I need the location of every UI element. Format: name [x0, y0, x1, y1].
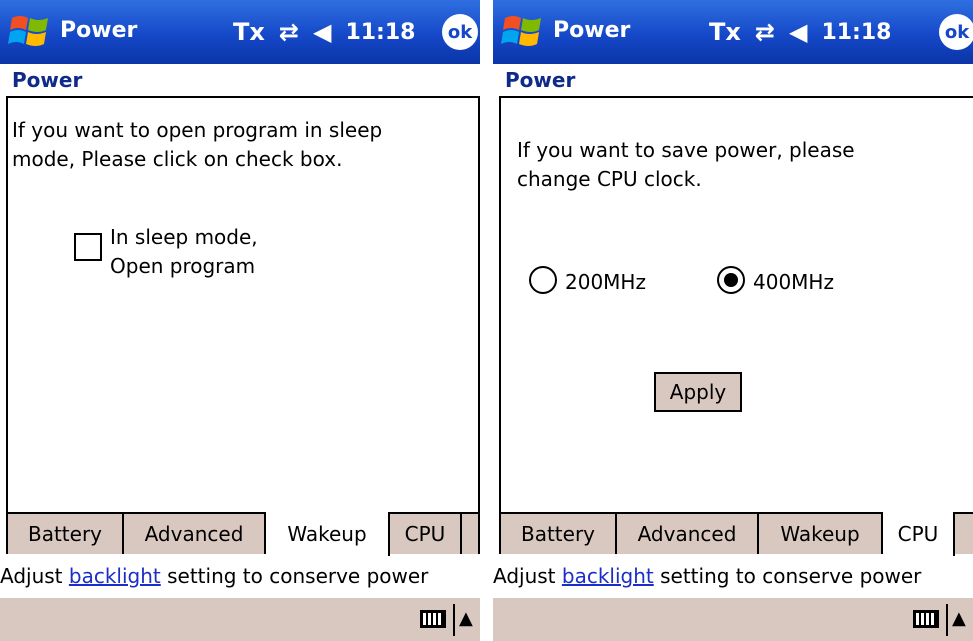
cpu-instructions: If you want to save power, please change… — [517, 138, 855, 191]
app-title: Power — [60, 18, 138, 43]
signal-icon[interactable]: Tx — [709, 18, 741, 46]
footer-prefix: Adjust — [493, 564, 562, 588]
radio-200mhz-label[interactable]: 200MHz — [565, 270, 646, 294]
sync-icon[interactable]: ⇄ — [279, 18, 299, 46]
title-bar: Power Tx ⇄ ◀ 11:18 ok — [493, 0, 973, 64]
volume-icon[interactable]: ◀ — [789, 18, 807, 46]
ok-button[interactable]: ok — [939, 14, 973, 50]
page-title: Power — [505, 68, 576, 92]
tab-bar: Battery Advanced Wakeup CPU — [6, 512, 480, 556]
wakeup-instructions: If you want to open program in sleep mod… — [12, 118, 383, 171]
sleep-open-program-checkbox[interactable] — [74, 233, 102, 261]
footer-suffix: setting to conserve power — [653, 564, 922, 588]
tab-wakeup[interactable]: Wakeup — [266, 512, 390, 556]
start-menu-icon[interactable] — [8, 12, 52, 52]
footer-suffix: setting to conserve power — [160, 564, 429, 588]
radio-400mhz[interactable] — [717, 266, 745, 294]
tab-advanced[interactable]: Advanced — [617, 514, 759, 554]
volume-icon[interactable]: ◀ — [313, 18, 331, 46]
tab-wakeup[interactable]: Wakeup — [759, 514, 883, 554]
footer-prefix: Adjust — [0, 564, 69, 588]
radio-400mhz-label[interactable]: 400MHz — [753, 270, 834, 294]
cpu-screen: Power Tx ⇄ ◀ 11:18 ok Power If you want … — [493, 0, 973, 641]
tab-advanced[interactable]: Advanced — [124, 514, 266, 554]
page-title: Power — [12, 68, 83, 92]
ok-button[interactable]: ok — [442, 14, 478, 50]
sync-icon[interactable]: ⇄ — [755, 18, 775, 46]
separator — [946, 604, 948, 636]
tab-cpu[interactable]: CPU — [883, 512, 955, 556]
input-panel-arrow-icon[interactable]: ▲ — [952, 608, 966, 629]
backlight-link[interactable]: backlight — [562, 564, 654, 588]
title-bar: Power Tx ⇄ ◀ 11:18 ok — [0, 0, 480, 64]
radio-200mhz[interactable] — [529, 266, 557, 294]
keyboard-icon[interactable] — [420, 610, 446, 628]
clock-time[interactable]: 11:18 — [821, 20, 891, 45]
keyboard-icon[interactable] — [913, 610, 939, 628]
input-panel-arrow-icon[interactable]: ▲ — [459, 608, 473, 629]
checkbox-label[interactable]: In sleep mode, Open program — [110, 223, 310, 281]
tab-battery[interactable]: Battery — [8, 514, 124, 554]
command-bar: ▲ — [0, 598, 480, 641]
tab-battery[interactable]: Battery — [501, 514, 617, 554]
separator — [453, 604, 455, 636]
wakeup-screen: Power Tx ⇄ ◀ 11:18 ok Power If you want … — [0, 0, 480, 641]
signal-icon[interactable]: Tx — [233, 18, 265, 46]
clock-time[interactable]: 11:18 — [345, 20, 415, 45]
apply-button[interactable]: Apply — [654, 372, 742, 412]
backlight-link[interactable]: backlight — [69, 564, 161, 588]
command-bar: ▲ — [493, 598, 973, 641]
start-menu-icon[interactable] — [501, 12, 545, 52]
app-title: Power — [553, 18, 631, 43]
status-icons: Tx ⇄ ◀ 11:18 — [233, 16, 415, 48]
tab-cpu[interactable]: CPU — [390, 514, 462, 554]
tab-bar: Battery Advanced Wakeup CPU — [499, 512, 973, 556]
backlight-hint: Adjust backlight setting to conserve pow… — [0, 564, 428, 588]
status-icons: Tx ⇄ ◀ 11:18 — [709, 16, 891, 48]
backlight-hint: Adjust backlight setting to conserve pow… — [493, 564, 921, 588]
